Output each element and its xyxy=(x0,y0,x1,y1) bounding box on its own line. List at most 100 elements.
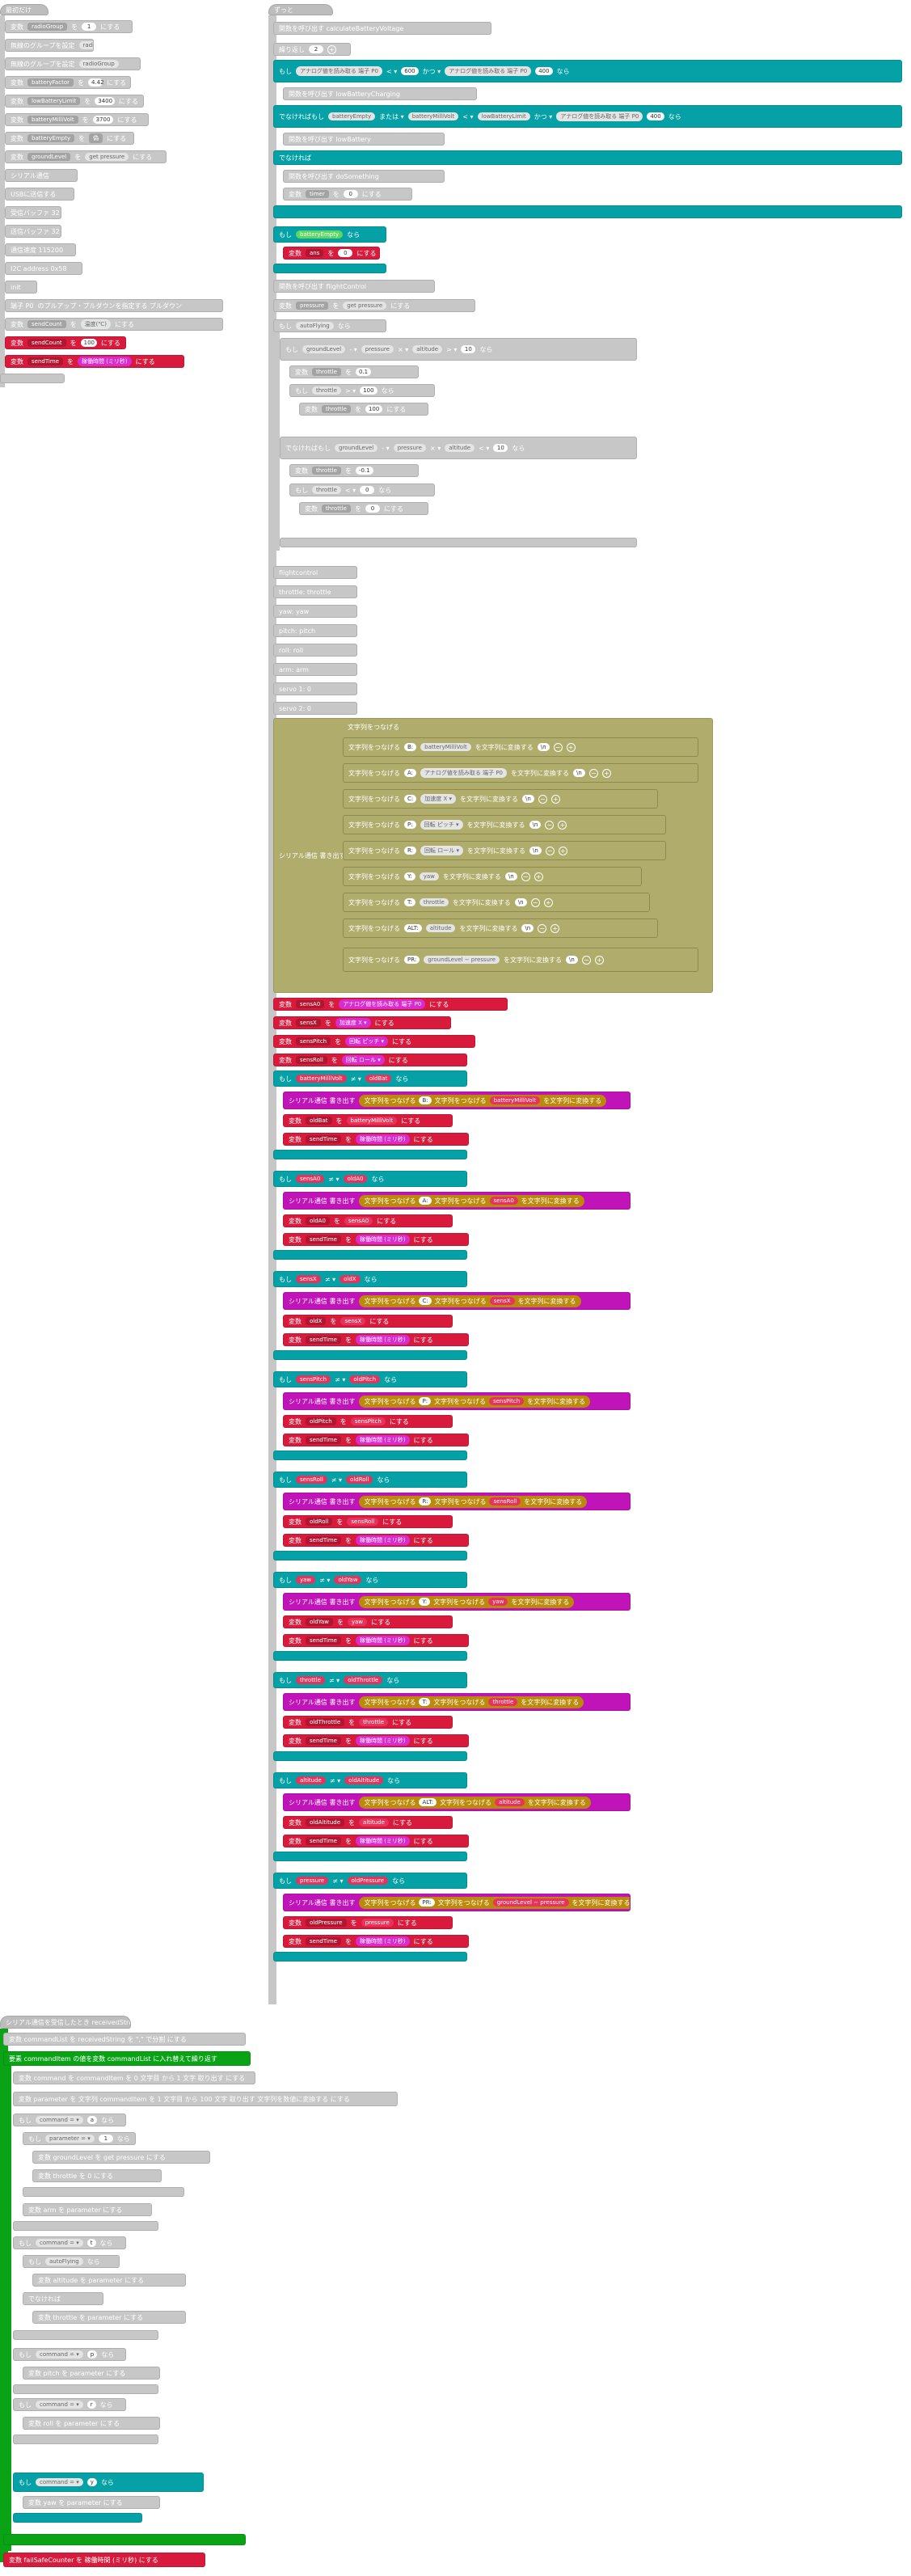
call-flight-control-block[interactable]: 関数を呼び出す flightControl xyxy=(273,280,435,293)
serial-comm-block[interactable]: シリアル通信 xyxy=(5,169,78,182)
if-changed-block[interactable]: もし sensPitch ≠ ▾ oldPitch なら xyxy=(273,1371,467,1387)
remove-icon[interactable]: − xyxy=(521,872,530,881)
set-failsafe-block[interactable]: 変数 failSafeCounter を 稼働時間 (ミリ秒) にする xyxy=(3,2553,205,2567)
add-icon[interactable]: + xyxy=(594,955,604,965)
if-changed-block[interactable]: もし yaw ≠ ▾ oldYaw なら xyxy=(273,1572,467,1588)
join-row[interactable]: 文字列をつなげる ALT: altitude を文字列に変換する \n − + xyxy=(343,918,658,938)
i2c-address-block[interactable]: I2C address 0x58 xyxy=(5,262,82,275)
set-send-time-block[interactable]: 変数 sendTime を稼働時間 (ミリ秒) にする xyxy=(283,1133,469,1146)
set-command-list-block[interactable]: 変数 commandList を receivedString を "," で分… xyxy=(3,2033,246,2046)
join-row[interactable]: 文字列をつなげる PR: groundLevel − pressure を文字列… xyxy=(343,948,698,972)
serial-write-change-block[interactable]: シリアル通信 書き出す 文字列をつなげる P: 文字列をつなげる sensPitch を文… xyxy=(283,1392,631,1410)
join-reporter[interactable]: 文字列をつなげる T: 文字列をつなげる throttle を文字列に変換する xyxy=(359,1696,584,1708)
if-command-p-block[interactable]: もし command = ▾ p なら xyxy=(13,2348,126,2361)
param-servo2[interactable]: servo 2: 0 xyxy=(273,702,357,715)
join-reporter[interactable]: 文字列をつなげる Y: 文字列をつなげる yaw を文字列に変換する xyxy=(359,1595,575,1608)
serial-write-change-block[interactable]: シリアル通信 書き出す 文字列をつなげる PR: 文字列をつなげる groundLeve… xyxy=(283,1894,631,1911)
if-param-one-block[interactable]: もし parameter = ▾ 1 なら xyxy=(23,2132,136,2145)
join-reporter[interactable]: 文字列をつなげる PR: 文字列をつなげる groundLevel − pressur… xyxy=(359,1896,630,1909)
set-send-time-block[interactable]: 変数 sendTime を稼働時間 (ミリ秒) にする xyxy=(283,1434,469,1446)
remove-icon[interactable]: − xyxy=(530,897,540,907)
if-changed-block[interactable]: もし sensRoll ≠ ▾ oldRoll なら xyxy=(273,1472,467,1488)
set-old-value-block[interactable]: 変数 oldPressure を pressure にする xyxy=(283,1916,453,1929)
set-ground-level-block[interactable]: 変数 groundLevel を get pressure にする xyxy=(5,150,167,163)
set-low-battery-limit-block[interactable]: 変数 lowBatteryLimit を 3400 にする xyxy=(5,95,144,108)
if-throttle-over-block[interactable]: もし throttle > ▾ 100 なら xyxy=(289,384,435,397)
set-throttle-max-block[interactable]: 変数 throttle を 100 にする xyxy=(299,403,428,416)
flight-control-block[interactable]: flightcontrol xyxy=(273,566,357,579)
remove-icon[interactable]: − xyxy=(545,846,555,855)
param-yaw[interactable]: yaw: yaw xyxy=(273,605,357,618)
set-pressure-block[interactable]: 変数 pressure を get pressure にする xyxy=(273,299,475,312)
param-servo1[interactable]: servo 1: 0 xyxy=(273,682,357,695)
serial-tx-buffer-block[interactable]: 送信バッファ 32 xyxy=(5,225,61,238)
join-reporter[interactable]: 文字列をつなげる C: 文字列をつなげる sensX を文字列に変換する xyxy=(359,1294,581,1307)
join-row[interactable]: 文字列をつなげる B: batteryMilliVolt を文字列に変換する \… xyxy=(343,737,698,757)
set-arm-block[interactable]: 変数 arm を parameter にする xyxy=(23,2203,152,2216)
join-row[interactable]: 文字列をつなげる A: アナログ値を読み取る 端子 P0 を文字列に変換する \… xyxy=(343,763,698,783)
serial-received-hat[interactable]: シリアル通信を受信したとき receivedString xyxy=(0,2016,131,2029)
add-icon[interactable]: + xyxy=(534,872,543,881)
set-battery-millivolt-block[interactable]: 変数 batteryMilliVolt を 3700 にする xyxy=(5,113,149,126)
else-if-empty-block[interactable]: でなければもし batteryEmpty または ▾ batteryMilliV… xyxy=(273,105,902,128)
if-changed-block[interactable]: もし batteryMilliVolt ≠ ▾ oldBat なら xyxy=(273,1071,467,1087)
set-old-value-block[interactable]: 変数 oldX を sensX にする xyxy=(283,1315,453,1328)
remove-icon[interactable]: − xyxy=(588,768,598,778)
set-send-time-block[interactable]: 変数 sendTime を稼働時間 (ミリ秒) にする xyxy=(283,1935,469,1948)
join-reporter[interactable]: 文字列をつなげる B: 文字列をつなげる batteryMilliVolt を文字列に変… xyxy=(359,1094,607,1107)
foreach-block[interactable]: 要素 commandItem の値を変数 commandList に入れ替えて繰… xyxy=(3,2051,251,2066)
set-sens-a0-block[interactable]: 変数 sensA0 を アナログ値を読み取る 端子 P0 にする xyxy=(273,998,508,1011)
change-throttle-down-block[interactable]: 変数 throttle を -0.1 xyxy=(289,464,419,477)
set-throttle-zero-block[interactable]: 変数 throttle を 0 にする xyxy=(299,502,428,515)
set-old-value-block[interactable]: 変数 oldThrottle を throttle にする xyxy=(283,1716,453,1729)
add-icon[interactable]: + xyxy=(327,44,336,54)
set-sens-x-block[interactable]: 変数 sensX を 加速度 X ▾ にする xyxy=(273,1016,451,1029)
set-roll-block[interactable]: 変数 roll を parameter にする xyxy=(23,2417,160,2430)
set-sens-pitch-block[interactable]: 変数 sensPitch を 回転 ピッチ ▾ にする xyxy=(273,1035,475,1048)
set-command-block[interactable]: 変数 command を commandItem を 0 文字目 から 1 文字… xyxy=(13,2071,255,2084)
set-send-time-block[interactable]: 変数 sendTime を稼働時間 (ミリ秒) にする xyxy=(283,1734,469,1747)
radio-set-group-block-2[interactable]: 無線のグループを設定 radioGroup xyxy=(5,57,141,70)
set-pitch-block[interactable]: 変数 pitch を parameter にする xyxy=(23,2367,160,2380)
set-old-value-block[interactable]: 変数 oldA0 を sensA0 にする xyxy=(283,1214,453,1227)
param-pitch[interactable]: pitch: pitch xyxy=(273,624,357,637)
set-send-time-block[interactable]: 変数 sendTime を稼働時間 (ミリ秒) にする xyxy=(283,1333,469,1346)
set-send-time-block[interactable]: 変数 sendTime を稼働時間 (ミリ秒) にする xyxy=(283,1634,469,1647)
remove-icon[interactable]: − xyxy=(553,742,563,752)
join-row[interactable]: 文字列をつなげる T: throttle を文字列に変換する \n − + xyxy=(343,893,650,912)
serial-write-change-block[interactable]: シリアル通信 書き出す 文字列をつなげる C: 文字列をつなげる sensX を文字列に変… xyxy=(283,1292,631,1310)
add-icon[interactable]: + xyxy=(543,897,553,907)
call-calc-battery-block[interactable]: 関数を呼び出す calculateBatteryVoltage xyxy=(273,22,491,35)
set-old-value-block[interactable]: 変数 oldBat を batteryMilliVolt にする xyxy=(283,1114,453,1127)
call-low-battery-block[interactable]: 関数を呼び出す lowBattery xyxy=(283,133,445,146)
join-row[interactable]: 文字列をつなげる P: 回転 ピッチ ▾ を文字列に変換する \n − + xyxy=(343,815,666,834)
add-icon[interactable]: + xyxy=(601,768,611,778)
set-parameter-block[interactable]: 変数 parameter を 文字列 commandItem を 1 文字目 か… xyxy=(13,2092,398,2106)
add-icon[interactable]: + xyxy=(550,923,560,933)
join-reporter[interactable]: 文字列をつなげる R: 文字列をつなげる sensRoll を文字列に変換する xyxy=(359,1495,588,1508)
set-battery-factor-block[interactable]: 変数 batteryFactor を 4.42 にする xyxy=(5,76,131,89)
serial-write-change-block[interactable]: シリアル通信 書き出す 文字列をつなげる Y: 文字列をつなげる yaw を文字列に変換す… xyxy=(283,1593,631,1611)
set-altitude-block[interactable]: 変数 altitude を parameter にする xyxy=(32,2274,186,2287)
remove-icon[interactable]: − xyxy=(538,794,547,804)
set-old-value-block[interactable]: 変数 oldPitch を sensPitch にする xyxy=(283,1415,453,1428)
else-2-block[interactable]: でなければ xyxy=(23,2292,103,2305)
set-send-count-temp-block[interactable]: 変数 sendCount を 温度(℃) にする xyxy=(5,318,223,331)
if-battery-empty-inner[interactable]: もし batteryEmpty なら xyxy=(273,226,386,243)
set-send-count-block[interactable]: 変数 sendCount を 100 にする xyxy=(5,336,126,349)
set-throttle-param-block[interactable]: 変数 throttle を parameter にする xyxy=(32,2311,186,2324)
set-old-value-block[interactable]: 変数 oldRoll を sensRoll にする xyxy=(283,1515,453,1528)
if-changed-block[interactable]: もし sensA0 ≠ ▾ oldA0 なら xyxy=(273,1171,467,1187)
set-sens-roll-block[interactable]: 変数 sensRoll を 回転 ロール ▾ にする xyxy=(273,1054,467,1066)
join-reporter[interactable]: 文字列をつなげる ALT: 文字列をつなげる altitude を文字列に変換する xyxy=(359,1796,591,1809)
radio-set-group-block[interactable]: 無線のグループを設定 radioGroup xyxy=(5,39,94,52)
if-auto-flying-2-block[interactable]: もし autoFlying なら xyxy=(23,2255,120,2268)
if-throttle-under-block[interactable]: もし throttle < ▾ 0 なら xyxy=(289,484,435,496)
join-row[interactable]: 文字列をつなげる C: 加速度 X ▾ を文字列に変換する \n − + xyxy=(343,789,658,809)
set-battery-empty-block[interactable]: 変数 batteryEmpty を 偽 にする xyxy=(5,132,134,145)
if-command-r-block[interactable]: もし command = ▾ r なら xyxy=(13,2398,126,2411)
if-changed-block[interactable]: もし throttle ≠ ▾ oldThrottle なら xyxy=(273,1672,467,1688)
serial-write-change-block[interactable]: シリアル通信 書き出す 文字列をつなげる ALT: 文字列をつなげる altitude を… xyxy=(283,1793,631,1811)
serial-write-change-block[interactable]: シリアル通信 書き出す 文字列をつなげる B: 文字列をつなげる batteryMill… xyxy=(283,1092,631,1109)
if-battery-empty-block[interactable] xyxy=(273,205,902,218)
